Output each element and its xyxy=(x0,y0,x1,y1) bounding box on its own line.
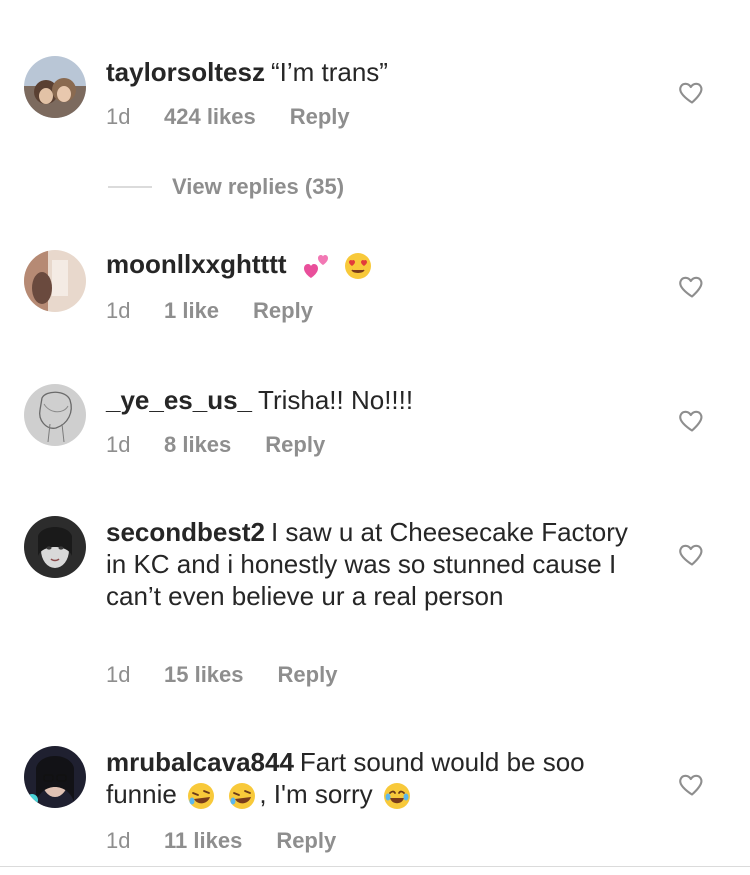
comment-likes[interactable]: 11 likes xyxy=(164,828,242,854)
comment-likes[interactable]: 424 likes xyxy=(164,104,256,130)
comment-text: mrubalcava844 Fart sound would be soo fun… xyxy=(106,746,646,811)
comment-username[interactable]: mrubalcava844 xyxy=(106,747,294,777)
heart-eyes-icon xyxy=(345,253,371,280)
heart-icon[interactable] xyxy=(678,540,706,568)
comment-username[interactable]: _ye_es_us_ xyxy=(106,385,252,415)
comment-meta: 1d 1 like Reply xyxy=(106,298,313,324)
heart-icon[interactable] xyxy=(678,78,706,106)
bottom-divider xyxy=(0,866,750,867)
rofl-icon xyxy=(188,783,215,810)
view-replies-button[interactable]: View replies (35) xyxy=(108,174,344,200)
comment-body: Trisha!! No!!!! xyxy=(258,385,414,415)
heart-icon[interactable] xyxy=(678,770,706,798)
reply-button[interactable]: Reply xyxy=(278,662,338,688)
comment-text: secondbest2 I saw u at Cheesecake Factory… xyxy=(106,516,646,612)
comment-time: 1d xyxy=(106,432,131,457)
comment-username[interactable]: taylorsoltesz xyxy=(106,57,265,87)
reply-button[interactable]: Reply xyxy=(276,828,336,854)
two-hearts-icon xyxy=(303,255,328,279)
rofl-icon xyxy=(229,783,256,810)
avatar[interactable] xyxy=(24,250,86,312)
avatar[interactable] xyxy=(24,516,86,578)
heart-icon[interactable] xyxy=(678,272,706,300)
comment-username[interactable]: secondbest2 xyxy=(106,517,265,547)
reply-button[interactable]: Reply xyxy=(253,298,313,324)
view-replies-label[interactable]: View replies (35) xyxy=(172,174,344,200)
avatar[interactable] xyxy=(24,384,86,446)
avatar[interactable] xyxy=(24,56,86,118)
comment-likes[interactable]: 15 likes xyxy=(164,662,244,688)
comment-meta: 1d 15 likes Reply xyxy=(106,662,337,688)
view-replies-divider xyxy=(108,186,152,188)
joy-icon xyxy=(383,783,410,810)
comment-text: moonllxxghtttt xyxy=(106,248,646,281)
comment-body: “I’m trans” xyxy=(270,57,388,87)
avatar[interactable] xyxy=(24,746,86,808)
comment-time: 1d xyxy=(106,662,131,687)
comment-text: _ye_es_us_ Trisha!! No!!!! xyxy=(106,384,646,416)
reply-button[interactable]: Reply xyxy=(290,104,350,130)
heart-icon[interactable] xyxy=(678,406,706,434)
comment-username[interactable]: moonllxxghtttt xyxy=(106,249,287,279)
comment-meta: 1d 8 likes Reply xyxy=(106,432,325,458)
reply-button[interactable]: Reply xyxy=(265,432,325,458)
comment-likes[interactable]: 8 likes xyxy=(164,432,231,458)
comment-time: 1d xyxy=(106,104,131,129)
comment-time: 1d xyxy=(106,828,131,853)
comment-meta: 1d 424 likes Reply xyxy=(106,104,350,130)
comment-time: 1d xyxy=(106,298,131,323)
comment-meta: 1d 11 likes Reply xyxy=(106,828,336,854)
comment-text: taylorsoltesz “I’m trans” xyxy=(106,56,646,88)
comment-likes[interactable]: 1 like xyxy=(164,298,219,324)
comment-body-suffix: , I'm sorry xyxy=(259,779,373,809)
